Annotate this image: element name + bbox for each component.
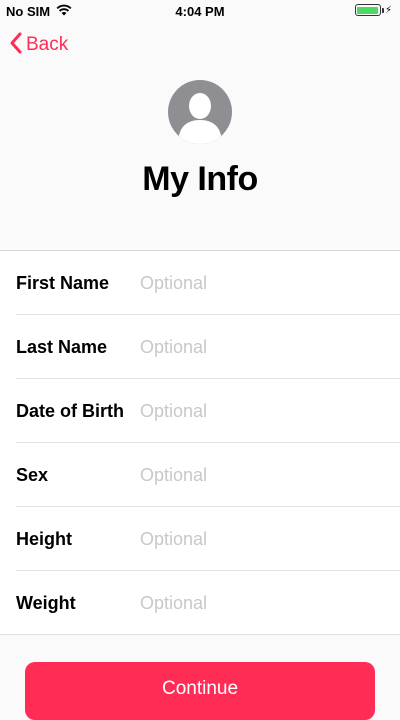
back-label: Back (26, 34, 69, 55)
weight-row: Weight (0, 571, 400, 635)
sex-label: Sex (16, 464, 49, 485)
header: My Info (0, 80, 400, 199)
last-name-field[interactable] (140, 336, 400, 358)
height-label: Height (16, 528, 72, 549)
first-name-label: First Name (16, 272, 110, 293)
info-form: First Name Last Name Date of Birth Sex H… (0, 250, 400, 635)
status-bar: No SIM 4:04 PM ⚡ (0, 0, 400, 22)
avatar (168, 80, 232, 144)
date-of-birth-row: Date of Birth (0, 379, 400, 443)
sex-field[interactable] (140, 464, 400, 486)
charging-bolt-icon: ⚡ (384, 4, 392, 16)
back-button[interactable]: Back (10, 30, 68, 60)
person-silhouette-icon (178, 93, 222, 144)
last-name-label: Last Name (16, 336, 108, 357)
battery-icon (354, 4, 384, 16)
height-row: Height (0, 507, 400, 571)
last-name-row: Last Name (0, 315, 400, 379)
first-name-field[interactable] (140, 272, 400, 294)
chevron-left-icon (10, 32, 22, 59)
weight-field[interactable] (140, 592, 400, 614)
sex-row: Sex (0, 443, 400, 507)
continue-button[interactable]: Continue (25, 662, 375, 720)
status-right: ⚡ (354, 4, 392, 16)
weight-label: Weight (16, 592, 76, 613)
date-of-birth-label: Date of Birth (16, 400, 124, 421)
first-name-row: First Name (0, 251, 400, 315)
height-field[interactable] (140, 528, 400, 550)
status-time: 4:04 PM (175, 4, 225, 19)
battery-level (357, 6, 379, 14)
page-title: My Info (142, 160, 258, 198)
date-of-birth-field[interactable] (140, 400, 400, 422)
